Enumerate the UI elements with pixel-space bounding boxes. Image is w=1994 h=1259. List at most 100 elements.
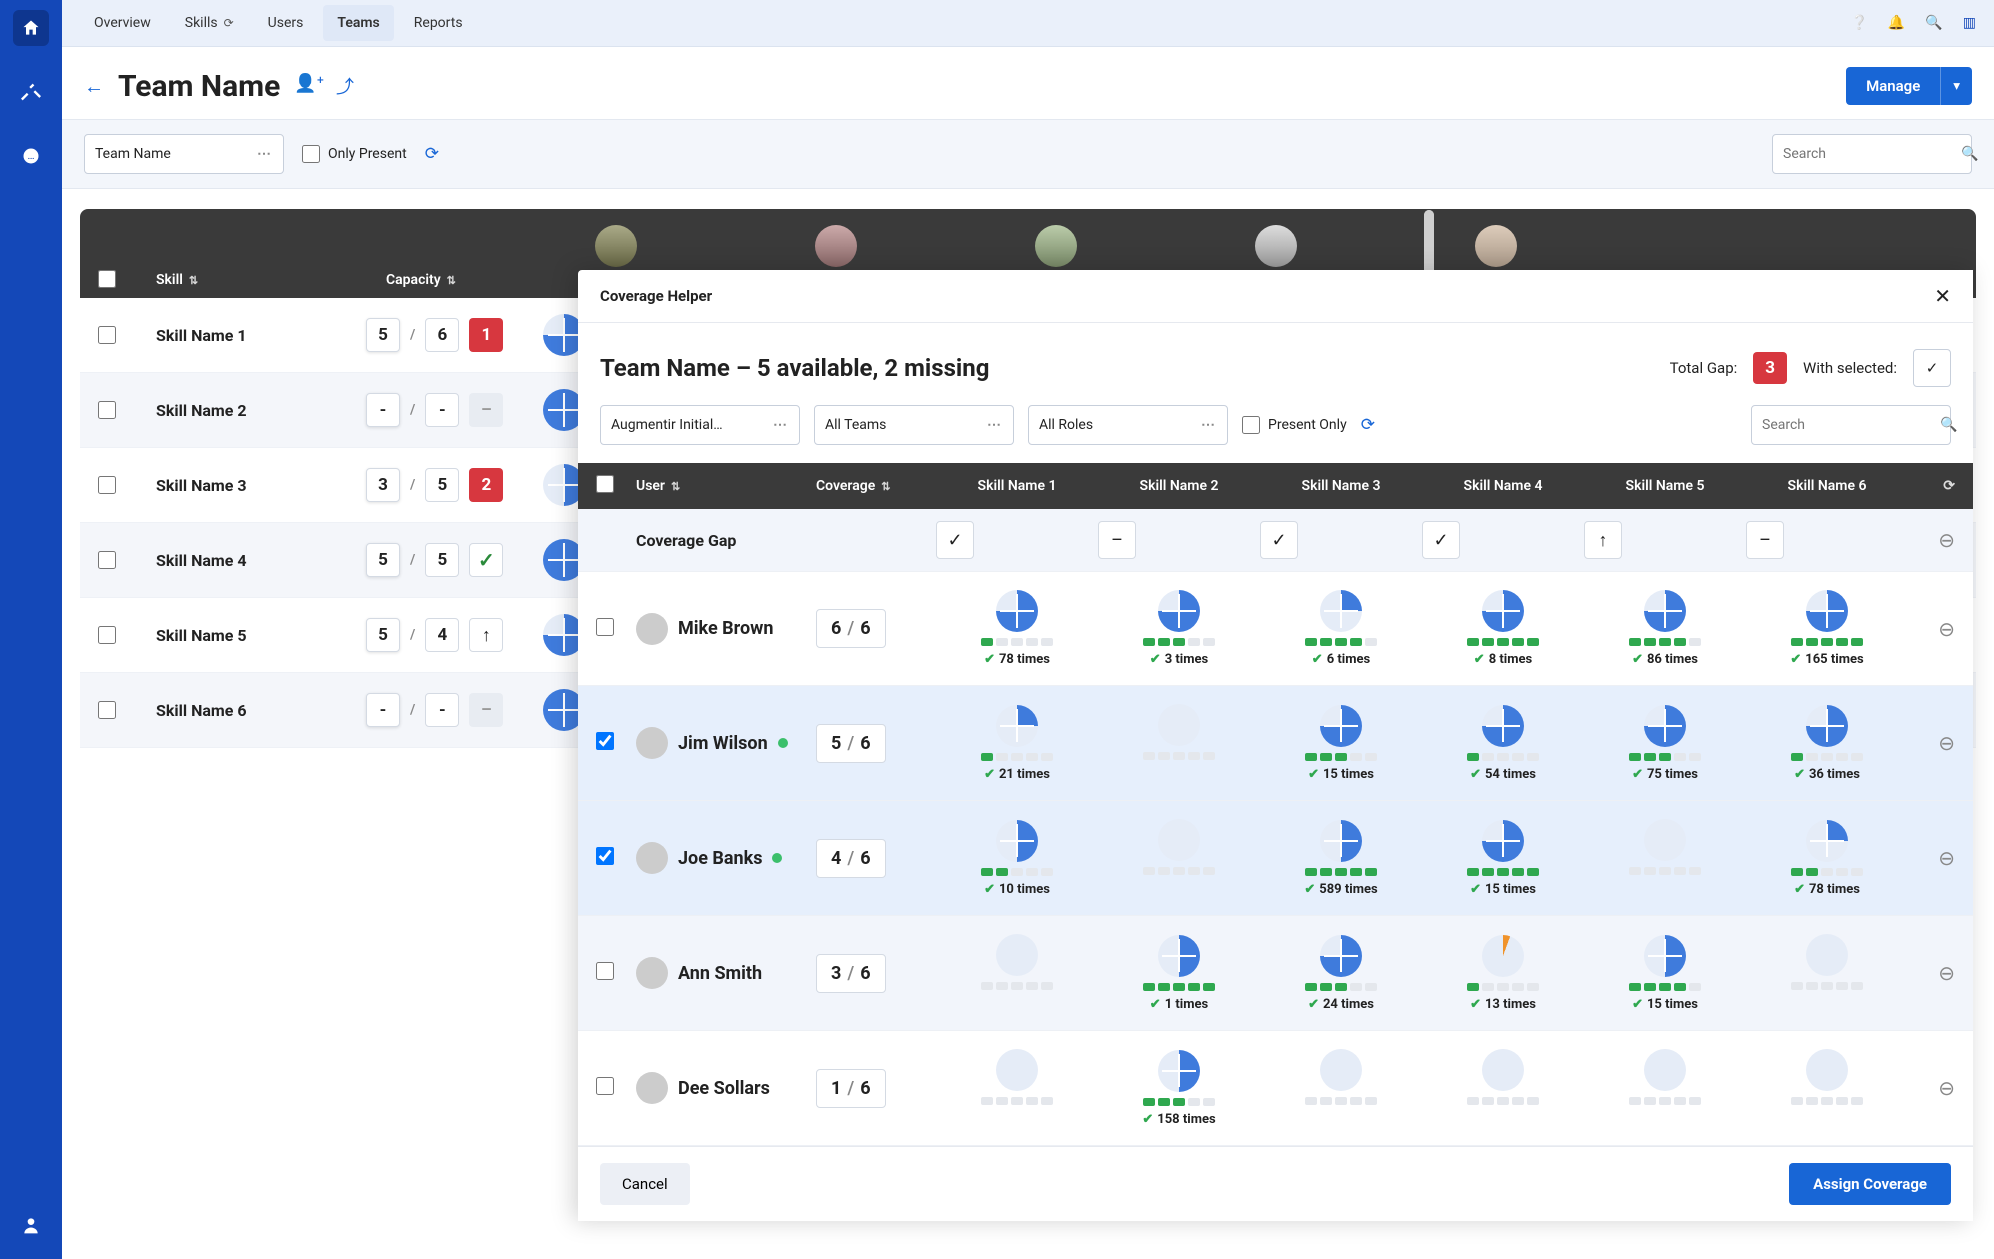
user-name[interactable]: Joe Banks [636,842,816,874]
row-check[interactable] [98,476,116,494]
row-check[interactable] [596,847,614,865]
row-check[interactable] [596,732,614,750]
level-bar [981,868,1053,876]
select-all[interactable] [596,475,614,493]
pie-icon [1806,934,1848,976]
skill-cell [936,934,1098,1012]
teams-select[interactable]: All Teams⋯ [814,405,1014,445]
tab-users[interactable]: Users [254,5,318,41]
assign-coverage-button[interactable]: Assign Coverage [1789,1163,1951,1205]
tab-teams[interactable]: Teams [323,5,393,41]
manage-button[interactable]: Manage [1846,67,1940,105]
manage-caret[interactable]: ▾ [1940,67,1972,105]
capacity-required: - [425,393,459,427]
more-icon[interactable]: … [13,138,49,174]
user-name[interactable]: Mike Brown [636,613,816,645]
tools-icon[interactable] [13,74,49,110]
search-input[interactable] [1783,146,1961,162]
bell-icon[interactable]: 🔔 [1888,15,1905,31]
row-check[interactable] [98,551,116,569]
user-name[interactable]: Ann Smith [636,957,816,989]
skill-cell [1746,1049,1908,1127]
capacity-required: 4 [425,618,459,652]
remove-icon[interactable]: ⊖ [1938,731,1955,755]
back-icon[interactable]: ← [84,74,104,99]
level-bar [1143,983,1215,991]
row-check[interactable] [98,701,116,719]
capacity-required: 6 [425,318,459,352]
skill-cell: ✔3 times [1098,590,1260,667]
remove-icon[interactable]: ⊖ [1938,961,1955,985]
tab-overview[interactable]: Overview [80,5,165,41]
help-icon[interactable]: ❔ [1850,15,1867,31]
search-box[interactable]: 🔍 [1772,134,1972,174]
pie-icon [1644,935,1686,977]
avatar[interactable] [815,225,857,267]
gap-indicator: ✓ [936,521,974,559]
select-all[interactable] [98,270,116,288]
coverage-box: 1/6 [816,1069,886,1108]
avatar[interactable] [1035,225,1077,267]
close-icon[interactable]: ✕ [1934,284,1951,308]
avatar[interactable] [1475,225,1517,267]
panel-icon[interactable]: ▥ [1963,15,1976,31]
row-check[interactable] [596,962,614,980]
row-check[interactable] [98,626,116,644]
avatar[interactable] [595,225,637,267]
skill-cell [1584,1049,1746,1127]
total-gap-badge: 3 [1753,352,1787,384]
pie-icon [1320,820,1362,862]
export-icon[interactable]: ⤴ [336,73,354,99]
remove-icon[interactable]: ⊖ [1938,1076,1955,1100]
search-icon[interactable]: 🔍 [1940,417,1957,433]
avatar[interactable] [1255,225,1297,267]
refresh-icon[interactable]: ⟳ [1943,478,1955,494]
search-icon[interactable]: 🔍 [1961,146,1978,162]
sort-icon[interactable]: ⇅ [189,274,198,287]
level-bar [1305,1097,1377,1105]
level-bar [1629,1097,1701,1105]
skill-name: Skill Name 6 [156,701,326,720]
row-check[interactable] [596,618,614,636]
user-name[interactable]: Dee Sollars [636,1072,816,1104]
pie-icon [1158,935,1200,977]
pie-icon [1482,705,1524,747]
panel-search[interactable]: 🔍 [1751,405,1951,445]
level-bar [981,982,1053,990]
level-bar [1467,753,1539,761]
add-user-icon[interactable]: 👤⁺ [294,73,324,99]
level-bar [1629,638,1701,646]
remove-icon[interactable]: ⊖ [1938,617,1955,641]
roles-select[interactable]: All Roles⋯ [1028,405,1228,445]
tab-reports[interactable]: Reports [400,5,477,41]
pie-icon [1482,935,1524,977]
refresh-icon[interactable]: ⟳ [1361,415,1375,435]
tab-skills[interactable]: Skills⟳ [171,5,248,41]
remove-icon[interactable]: ⊖ [1938,528,1955,552]
user-name[interactable]: Jim Wilson [636,727,816,759]
level-bar [1467,983,1539,991]
capacity-required: 5 [425,543,459,577]
row-check[interactable] [98,326,116,344]
row-check[interactable] [98,401,116,419]
cancel-button[interactable]: Cancel [600,1163,690,1205]
search-icon[interactable]: 🔍 [1925,15,1942,31]
skill-cell [1098,704,1260,782]
pie-icon [1320,590,1362,632]
remove-icon[interactable]: ⊖ [1938,846,1955,870]
with-selected-check[interactable]: ✓ [1913,349,1951,387]
coverage-box: 3/6 [816,954,886,993]
account-icon[interactable] [13,1207,49,1243]
skill-cell [1584,819,1746,897]
row-check[interactable] [596,1077,614,1095]
skill-cell [1098,819,1260,897]
home-icon[interactable] [13,10,49,46]
sort-icon[interactable]: ⇅ [447,274,456,287]
only-present-check[interactable]: Only Present [302,145,407,163]
team-select[interactable]: Team Name ⋯ [84,134,284,174]
present-only-check[interactable]: Present Only [1242,416,1347,434]
level-bar [981,1097,1053,1105]
coverage-helper-panel: Coverage Helper ✕ Team Name – 5 availabl… [578,270,1973,1221]
initiative-select[interactable]: Augmentir Initial…⋯ [600,405,800,445]
refresh-icon[interactable]: ⟳ [425,144,439,164]
